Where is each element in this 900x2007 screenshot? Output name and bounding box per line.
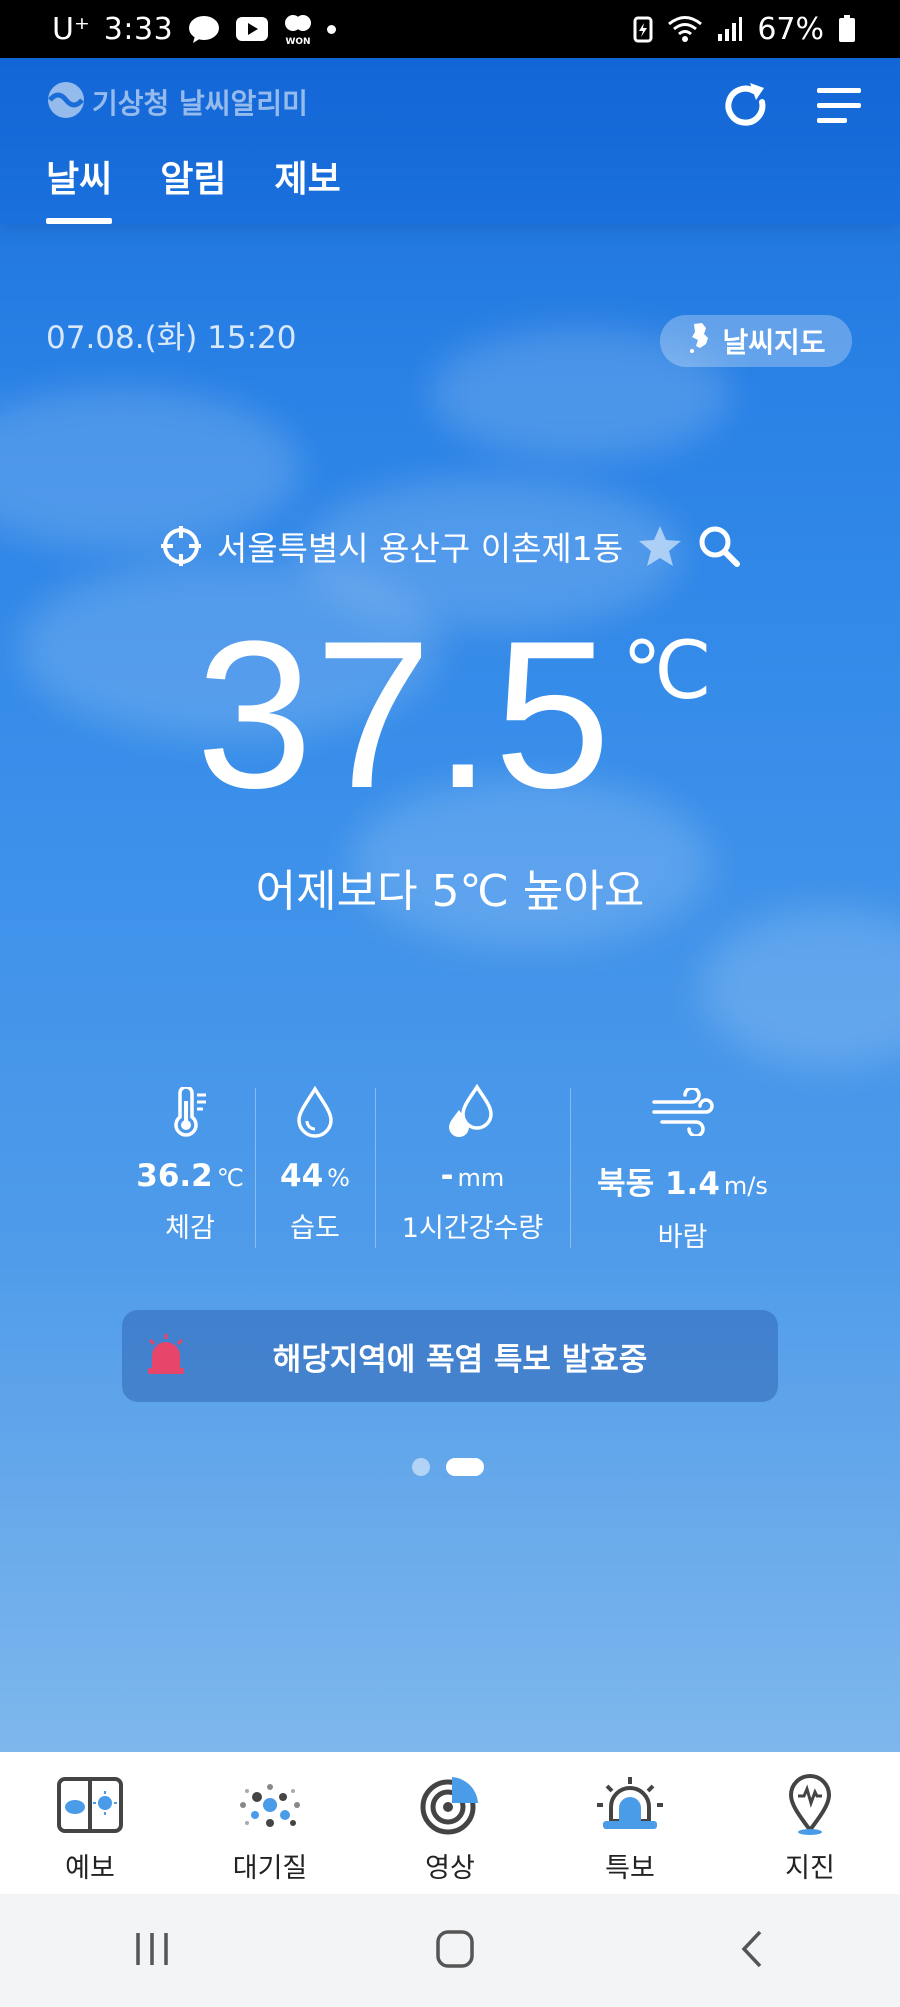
favorite-star-icon[interactable] <box>637 524 683 568</box>
metric-feels-like: 36.2 ℃ 체감 <box>125 1082 255 1254</box>
wind-value: 북동 1.4 <box>597 1166 720 1202</box>
battery-saver-icon <box>633 15 653 43</box>
nav-forecast-label: 예보 <box>65 1853 115 1884</box>
search-icon[interactable] <box>697 524 741 568</box>
recent-apps-icon[interactable] <box>132 1931 172 1971</box>
wifi-icon <box>667 15 703 43</box>
nav-radar-label: 영상 <box>425 1853 475 1884</box>
thermometer-icon <box>170 1082 210 1142</box>
heat-warning-banner[interactable]: 해당지역에 폭염 특보 발효중 <box>122 1310 778 1402</box>
gps-crosshair-icon <box>160 526 201 566</box>
won-icon: WON <box>283 12 313 46</box>
forecast-icon <box>57 1772 123 1838</box>
weather-map-button[interactable]: 날씨지도 <box>660 315 852 367</box>
youtube-icon <box>235 16 269 42</box>
feels-like-unit: ℃ <box>216 1164 244 1192</box>
water-drop-icon <box>295 1082 335 1142</box>
nav-earthquake-label: 지진 <box>785 1853 835 1884</box>
status-bar: U⁺ 3:33 WON 67% <box>0 0 900 58</box>
app-name: 기상청 날씨알리미 <box>92 87 308 120</box>
earthquake-icon <box>786 1772 834 1838</box>
tab-alerts[interactable]: 알림 <box>160 150 226 224</box>
precipitation-value: - <box>440 1158 454 1194</box>
feels-like-label: 체감 <box>165 1213 215 1244</box>
battery-icon <box>838 15 856 43</box>
observation-datetime: 07.08.(화) 15:20 <box>46 320 297 356</box>
hamburger-menu-icon <box>817 86 863 130</box>
weather-metrics: 36.2 ℃ 체감 44% 습도 - mm 1시간강수량 북동 1.4 m/s 바람 <box>125 1082 795 1254</box>
refresh-button[interactable] <box>714 76 778 140</box>
wind-label: 바람 <box>657 1222 708 1253</box>
metric-humidity: 44% 습도 <box>255 1082 375 1254</box>
weather-map-label: 날씨지도 <box>722 326 826 359</box>
siren-icon <box>144 1334 188 1380</box>
location-row: 서울특별시 용산구 이촌제1동 <box>0 522 900 570</box>
warning-siren-icon <box>595 1772 665 1838</box>
wind-icon <box>651 1082 714 1142</box>
tab-report[interactable]: 제보 <box>275 150 341 224</box>
battery-percent: 67% <box>757 11 824 47</box>
humidity-label: 습도 <box>290 1213 340 1244</box>
korea-map-icon <box>686 322 712 361</box>
feels-like-value: 36.2 <box>136 1158 213 1194</box>
precipitation-unit: mm <box>457 1164 505 1192</box>
current-temperature: 37.5 <box>196 597 613 832</box>
nav-air-quality[interactable]: 대기질 <box>180 1752 360 1894</box>
page-dot-1[interactable] <box>412 1458 430 1476</box>
bottom-navigation: 예보 대기질 영상 특보 지진 <box>0 1752 900 1894</box>
nav-warnings-label: 특보 <box>605 1853 655 1884</box>
nav-warnings[interactable]: 특보 <box>540 1752 720 1894</box>
wind-unit: m/s <box>723 1172 768 1200</box>
home-icon[interactable] <box>435 1929 475 1973</box>
location-name[interactable]: 서울특별시 용산구 이촌제1동 <box>217 522 623 570</box>
kma-logo-icon <box>46 80 86 124</box>
nav-air-quality-label: 대기질 <box>232 1853 308 1884</box>
system-navigation-bar <box>0 1894 900 2007</box>
app-header: 기상청 날씨알리미 날씨 알림 제보 <box>0 58 900 224</box>
back-icon[interactable] <box>738 1929 768 1973</box>
metric-wind: 북동 1.4 m/s 바람 <box>570 1082 795 1254</box>
air-quality-icon <box>235 1772 305 1838</box>
menu-button[interactable] <box>808 76 872 140</box>
page-indicator <box>412 1458 484 1476</box>
app-logo: 기상청 날씨알리미 <box>46 80 308 124</box>
radar-icon <box>420 1772 480 1838</box>
heat-warning-text: 해당지역에 폭염 특보 발효중 <box>272 1341 648 1378</box>
page-dot-2[interactable] <box>446 1458 484 1476</box>
humidity-unit: % <box>327 1164 350 1192</box>
temperature-unit: ℃ <box>622 626 712 715</box>
clock: 3:33 <box>103 11 174 47</box>
signal-icon <box>717 16 743 42</box>
nav-earthquake[interactable]: 지진 <box>720 1752 900 1894</box>
nav-radar[interactable]: 영상 <box>360 1752 540 1894</box>
tab-bar: 날씨 알림 제보 <box>46 150 341 224</box>
notification-dot <box>327 24 337 34</box>
refresh-icon <box>720 80 772 136</box>
tab-weather[interactable]: 날씨 <box>46 150 113 224</box>
precipitation-label: 1시간강수량 <box>401 1213 544 1244</box>
humidity-value: 44 <box>280 1158 324 1194</box>
rain-drops-icon <box>445 1082 501 1142</box>
svg-text:WON: WON <box>286 37 311 46</box>
talk-icon <box>187 14 221 44</box>
carrier-label: U⁺ <box>52 11 90 47</box>
current-location-button[interactable] <box>159 524 203 568</box>
nav-forecast[interactable]: 예보 <box>0 1752 180 1894</box>
temperature-comparison: 어제보다 5℃ 높아요 <box>255 866 645 917</box>
metric-precipitation: - mm 1시간강수량 <box>375 1082 570 1254</box>
